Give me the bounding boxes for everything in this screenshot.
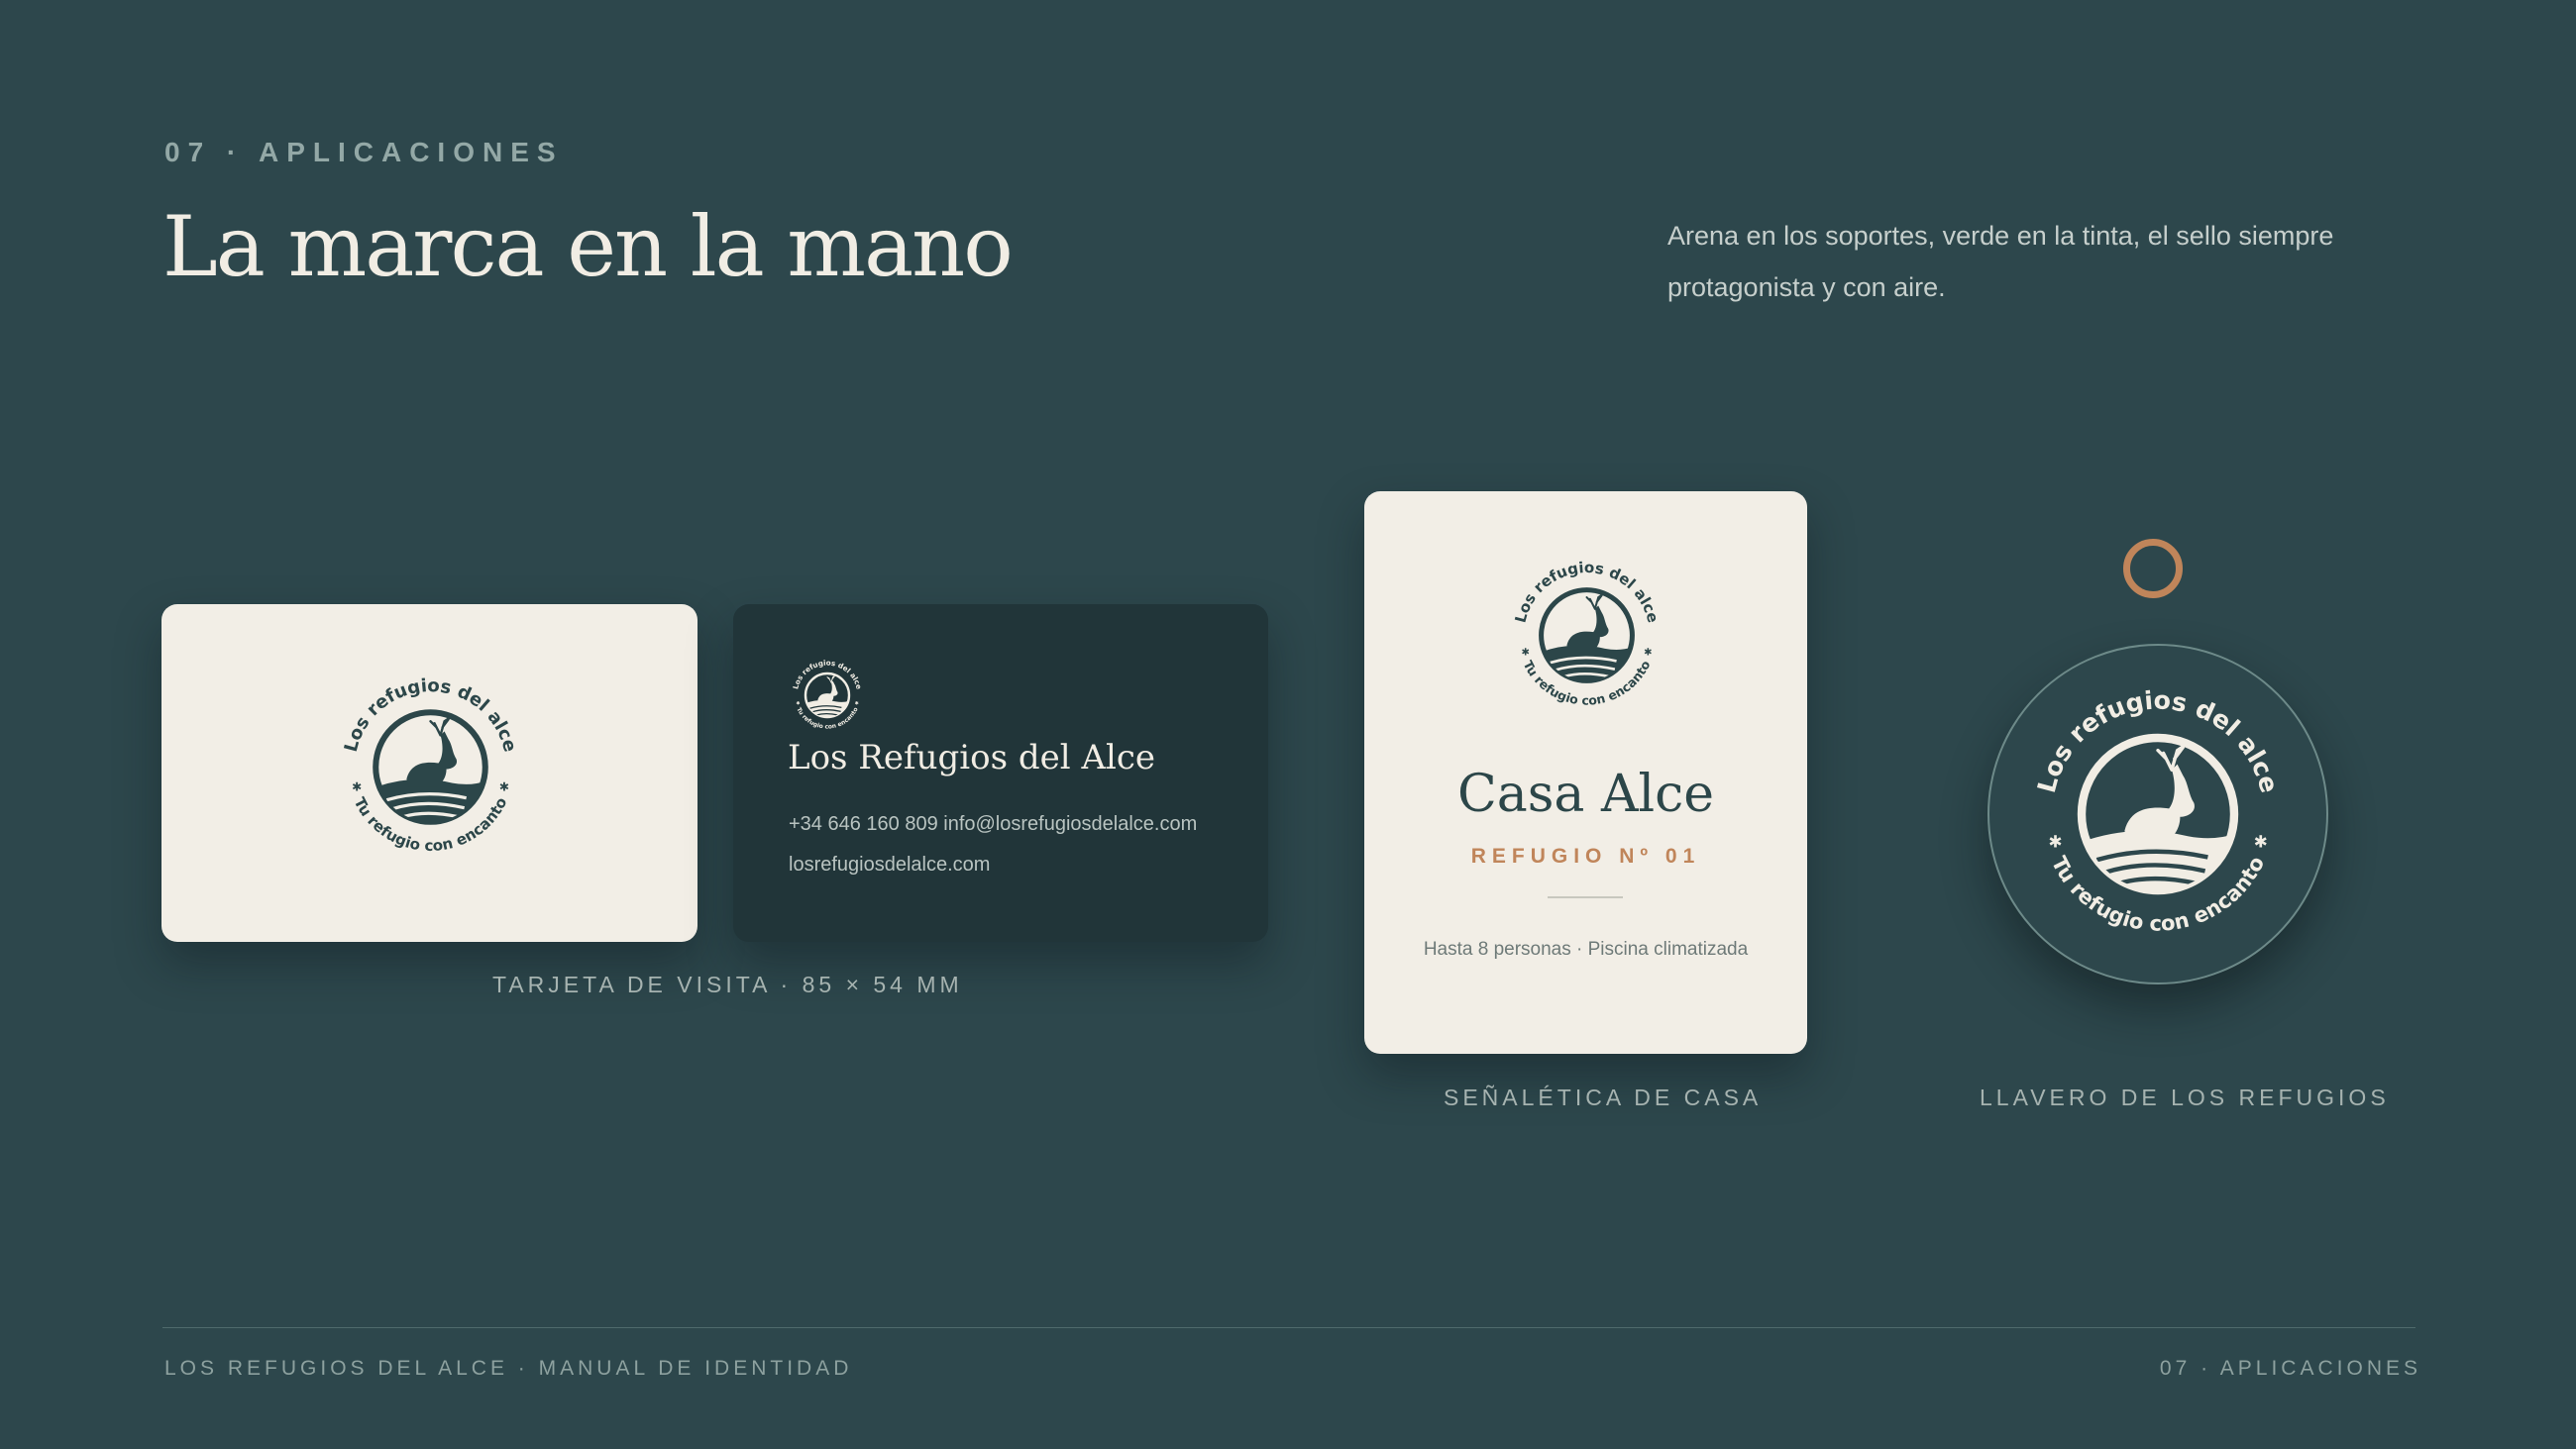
brand-seal-logo: [331, 668, 530, 867]
keychain-medallion: [1987, 644, 2328, 984]
brand-seal-small-logo: [788, 656, 867, 735]
footer-right: 07 · APLICACIONES: [2159, 1357, 2421, 1380]
section-eyebrow: 07 · APLICACIONES: [164, 137, 564, 167]
card-phone-email: +34 646 160 809 info@losrefugiosdelalce.…: [789, 813, 1198, 835]
footer-left: LOS REFUGIOS DEL ALCE · MANUAL DE IDENTI…: [164, 1357, 853, 1380]
intro-text: Arena en los soportes, verde en la tinta…: [1667, 221, 2334, 302]
house-sign: Casa Alce REFUGIO Nº 01 Hasta 8 personas…: [1364, 491, 1807, 1054]
brand-seal-logo: [1504, 553, 1669, 718]
brand-seal-logo: [2019, 675, 2297, 953]
page-title: La marca en la mano: [162, 198, 1014, 295]
sign-note: Hasta 8 personas · Piscina climatizada: [1423, 939, 1749, 960]
business-card-caption: TARJETA DE VISITA · 85 × 54 MM: [492, 972, 963, 997]
sign-subtitle: REFUGIO Nº 01: [1470, 845, 1701, 868]
sign-divider: [1548, 896, 1623, 898]
footer-divider: [162, 1327, 2415, 1328]
card-brand-name: Los Refugios del Alce: [788, 738, 1156, 777]
card-website: losrefugiosdelalce.com: [789, 854, 991, 876]
business-card-front: [161, 604, 698, 942]
sign-title: Casa Alce: [1456, 765, 1715, 824]
key-ring-icon: [2123, 539, 2183, 598]
keychain-caption: LLAVERO DE LOS REFUGIOS: [1980, 1085, 2390, 1110]
signage-caption: SEÑALÉTICA DE CASA: [1444, 1085, 1763, 1110]
